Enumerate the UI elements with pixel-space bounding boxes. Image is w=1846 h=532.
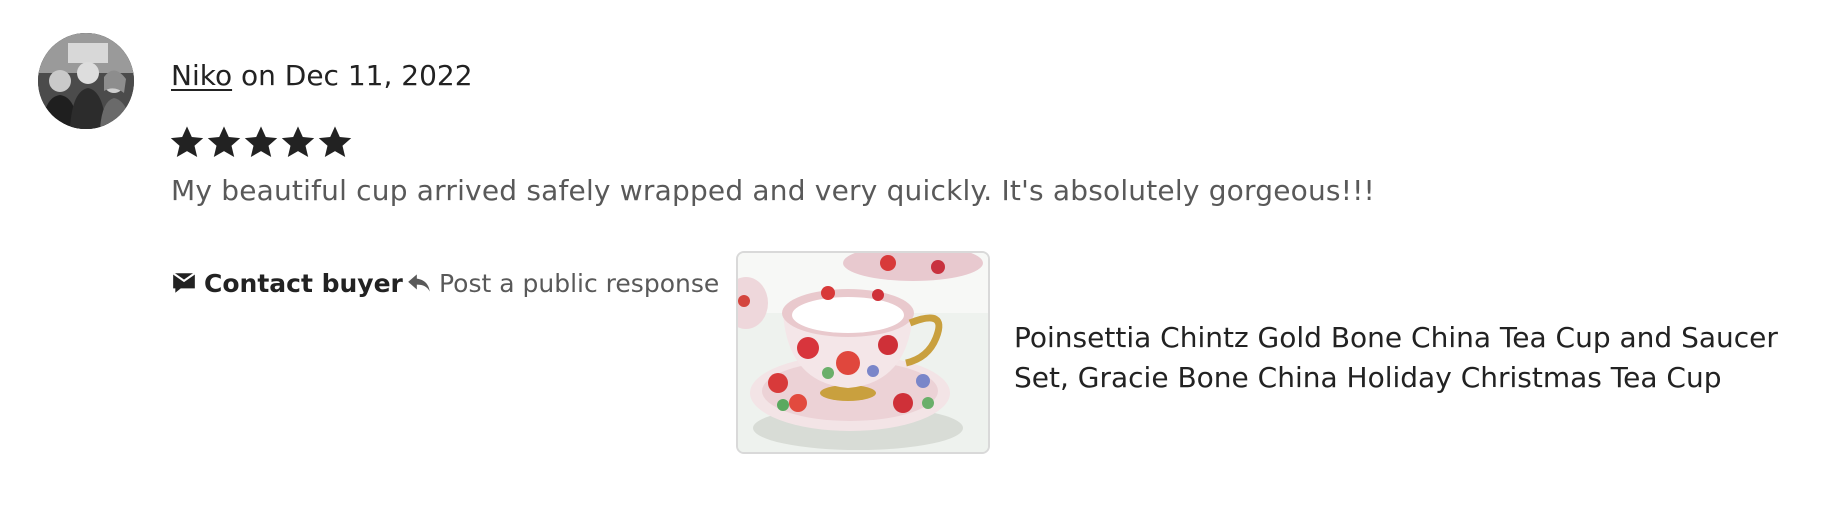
- star-icon: [281, 126, 315, 157]
- product-thumbnail[interactable]: [736, 251, 990, 454]
- star-icon: [170, 126, 204, 157]
- review-text: My beautiful cup arrived safely wrapped …: [171, 174, 1375, 207]
- post-public-response-button[interactable]: Post a public response: [406, 266, 719, 300]
- reviewer-name-link[interactable]: Niko: [171, 59, 232, 92]
- star-icon: [244, 126, 278, 157]
- date-prefix: on: [232, 59, 285, 92]
- teacup-image-icon: [738, 253, 988, 452]
- contact-buyer-label: Contact buyer: [204, 268, 403, 298]
- reviewer-avatar[interactable]: [38, 33, 134, 129]
- review-date: Dec 11, 2022: [284, 59, 473, 92]
- star-icon: [207, 126, 241, 157]
- product-title-link[interactable]: Poinsettia Chintz Gold Bone China Tea Cu…: [1014, 318, 1834, 398]
- review-header: Niko on Dec 11, 2022: [171, 58, 473, 94]
- star-rating: [169, 124, 353, 160]
- post-response-label: Post a public response: [439, 268, 720, 298]
- reply-arrow-icon: [406, 270, 432, 296]
- avatar-photo-icon: [38, 33, 134, 129]
- contact-buyer-button[interactable]: Contact buyer: [171, 266, 403, 300]
- star-icon: [318, 126, 352, 157]
- message-icon: [171, 270, 197, 296]
